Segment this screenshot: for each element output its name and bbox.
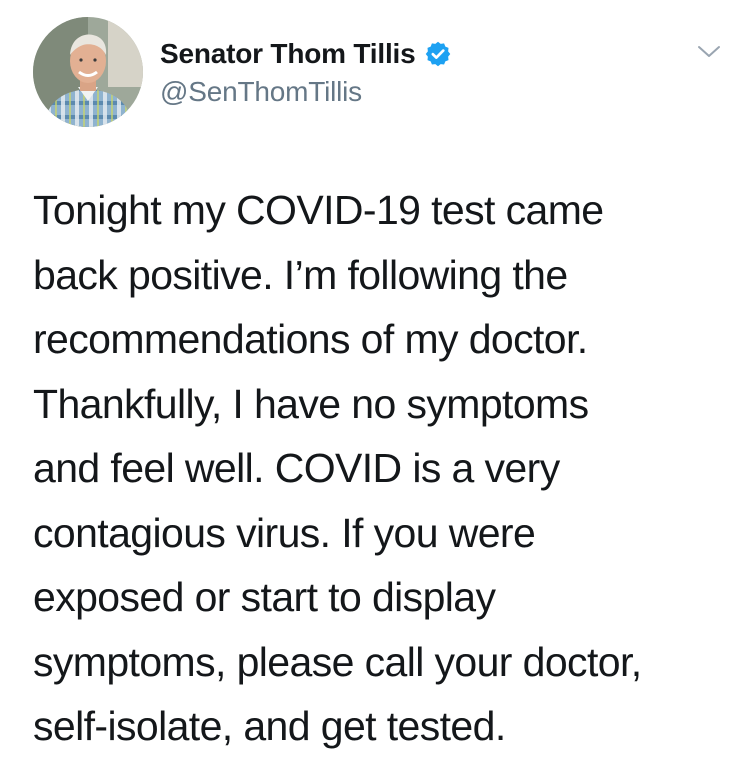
verified-badge-icon: [424, 40, 452, 68]
tweet-card: Senator Thom Tillis @SenThomTillis Tonig…: [0, 0, 750, 784]
author-display-name[interactable]: Senator Thom Tillis: [160, 38, 416, 70]
tweet-menu-button[interactable]: [694, 40, 724, 64]
chevron-down-icon: [698, 46, 720, 57]
author-name-row[interactable]: Senator Thom Tillis: [160, 36, 452, 72]
tweet-text: Tonight my COVID-19 test came back posit…: [33, 187, 642, 749]
avatar-photo-icon: [33, 17, 143, 127]
author-avatar[interactable]: [33, 17, 143, 127]
author-handle[interactable]: @SenThomTillis: [160, 76, 362, 108]
